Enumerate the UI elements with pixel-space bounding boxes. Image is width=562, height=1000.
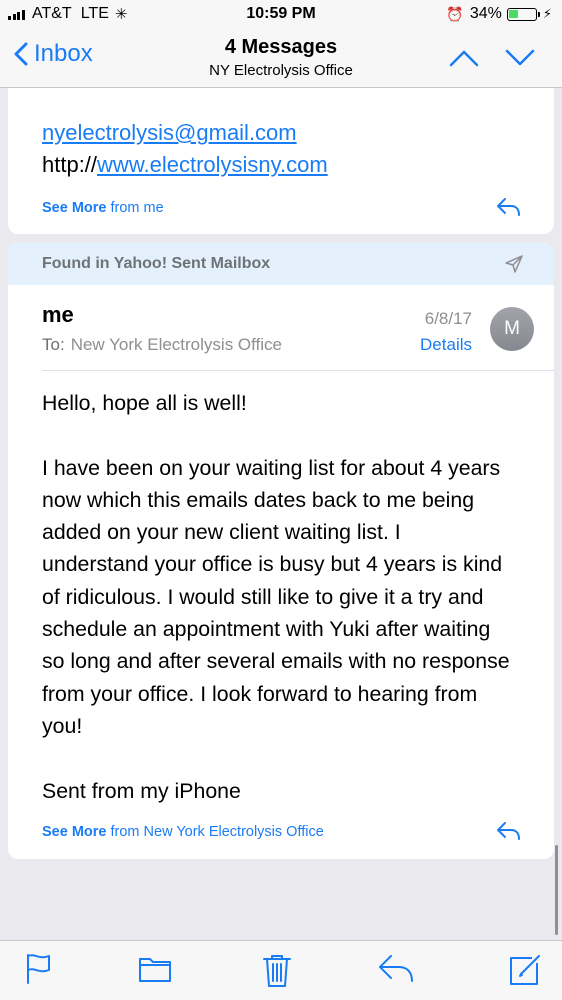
see-more-row: See More from me	[42, 200, 164, 216]
message-card: Found in Yahoo! Sent Mailbox me To: New Y…	[8, 243, 554, 859]
status-right: ⏰ 34% ⚡	[446, 5, 552, 23]
charging-bolt-icon: ⚡	[542, 6, 552, 21]
email-link[interactable]: nyelectrolysis@gmail.com	[42, 120, 297, 145]
trash-icon[interactable]	[262, 953, 292, 989]
compose-icon[interactable]	[508, 953, 542, 987]
next-message-icon[interactable]	[504, 48, 536, 68]
reply-icon[interactable]	[496, 821, 522, 841]
found-in-banner: Found in Yahoo! Sent Mailbox	[8, 243, 554, 285]
previous-message-card: nyelectrolysis@gmail.com http://www.elec…	[8, 88, 554, 234]
website-line: http://www.electrolysisny.com	[42, 152, 328, 178]
see-more-button[interactable]: See More	[42, 824, 106, 840]
signature-text: Sent from my iPhone	[42, 778, 241, 803]
see-more-row: See More from New York Electrolysis Offi…	[42, 824, 324, 840]
bottom-toolbar	[0, 940, 562, 1000]
folder-icon[interactable]	[138, 953, 172, 985]
reply-icon[interactable]	[496, 197, 522, 217]
battery-fill	[509, 10, 518, 18]
email-line: nyelectrolysis@gmail.com	[42, 120, 297, 146]
found-in-label: Found in Yahoo! Sent Mailbox	[42, 255, 271, 272]
url-prefix: http://	[42, 152, 98, 177]
previous-message-icon[interactable]	[448, 48, 480, 68]
alarm-icon: ⏰	[446, 5, 464, 22]
scrollbar[interactable]	[555, 845, 558, 935]
body-paragraph: I have been on your waiting list for abo…	[42, 455, 510, 738]
message-body: Hello, hope all is well! I have been on …	[42, 387, 512, 807]
paper-plane-icon	[505, 255, 523, 273]
navigation-bar: Inbox 4 Messages NY Electrolysis Office	[0, 30, 562, 88]
to-label: To:	[42, 335, 65, 354]
sender-name: me	[42, 302, 74, 327]
details-button[interactable]: Details	[420, 335, 472, 355]
see-more-from: from New York Electrolysis Office	[110, 824, 324, 840]
battery-icon	[506, 7, 537, 21]
header-divider	[42, 370, 554, 371]
greeting-text: Hello, hope all is well!	[42, 391, 247, 415]
recipient-row: To: New York Electrolysis Office	[42, 335, 282, 355]
flag-icon[interactable]	[25, 953, 53, 985]
see-more-button[interactable]: See More	[42, 200, 106, 216]
reply-icon[interactable]	[377, 953, 415, 985]
message-date: 6/8/17	[424, 309, 472, 328]
avatar: M	[490, 307, 534, 351]
battery-cap	[537, 11, 540, 17]
avatar-initial: M	[504, 318, 520, 339]
battery-percentage: 34%	[469, 5, 502, 22]
see-more-from: from me	[110, 200, 164, 216]
recipient-name: New York Electrolysis Office	[70, 335, 283, 354]
status-bar: AT&T LTE ✳ 10:59 PM ⏰ 34% ⚡	[0, 0, 562, 30]
website-link[interactable]: www.electrolysisny.com	[97, 152, 328, 177]
